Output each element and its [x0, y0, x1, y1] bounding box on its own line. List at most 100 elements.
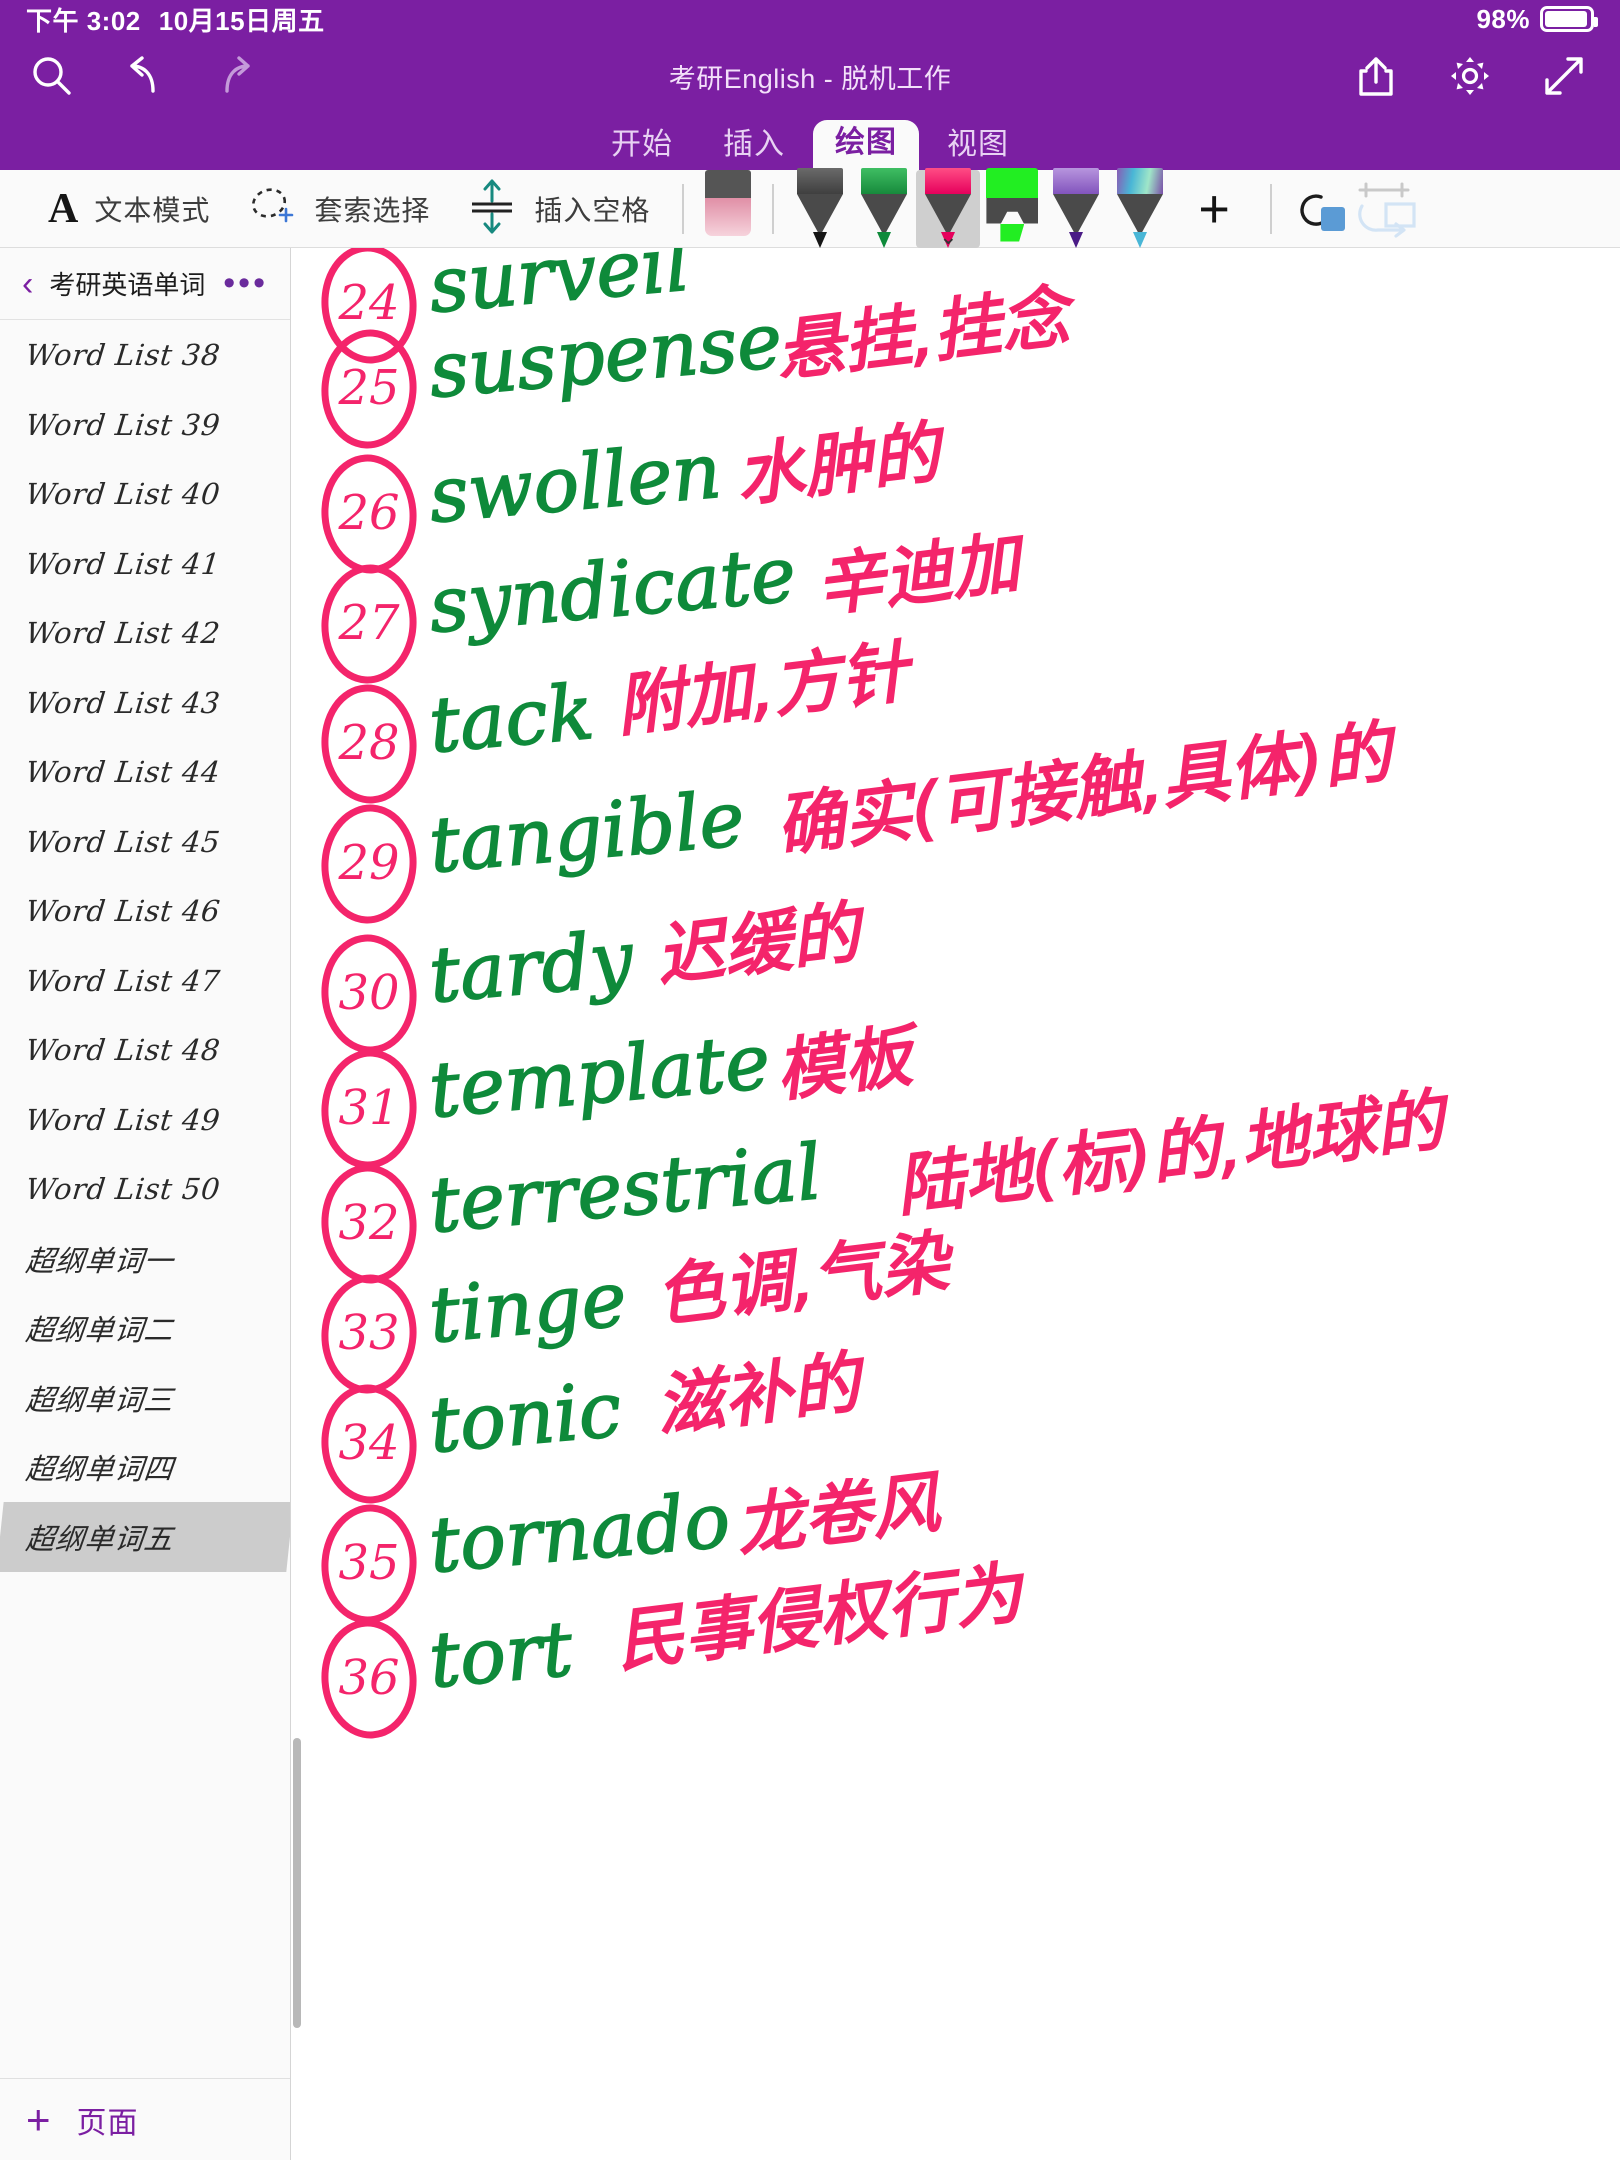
entry-english-word: terrestrial	[426, 1127, 825, 1250]
note-canvas[interactable]: 24 surveil 25 suspense 悬挂,挂念 26 swollen 水肿的 27 sy…	[291, 248, 1620, 2160]
entry-chinese-meaning: 模板	[772, 1016, 926, 1112]
entry-number: 28	[337, 715, 399, 771]
entry-number: 34	[338, 1415, 399, 1471]
toolbar-divider-3	[1269, 183, 1272, 234]
add-page-button[interactable]: + 页面	[0, 2078, 290, 2160]
entry-english-word: tack	[426, 667, 598, 770]
list-item[interactable]: Word List 39	[0, 390, 290, 460]
entry-chinese-meaning: 水肿的	[732, 413, 951, 517]
tool-pen-green[interactable]	[852, 167, 916, 248]
entry-english-word: swollen	[426, 426, 725, 540]
app-header: 考研English - 脱机工作 开始 插入 绘图 视图	[0, 38, 1620, 170]
list-item[interactable]: Word List 38	[0, 320, 290, 390]
entry-number: 31	[338, 1080, 399, 1136]
gear-icon[interactable]	[1444, 50, 1496, 102]
list-item[interactable]: Word List 49	[0, 1085, 290, 1155]
page-list[interactable]: Word List 38 Word List 39 Word List 40 W…	[0, 320, 290, 2078]
entry-number: 29	[337, 835, 399, 891]
insert-space-label: 插入空格	[534, 194, 651, 226]
list-item[interactable]: 超纲单词四	[0, 1432, 290, 1502]
lasso-select-label: 套索选择	[314, 194, 431, 226]
entry-chinese-meaning: 附加,方针	[612, 632, 919, 747]
entry-number: 24	[337, 275, 399, 331]
list-item[interactable]: Word List 44	[0, 737, 290, 807]
list-item[interactable]: Word List 45	[0, 807, 290, 877]
tool-pen-purple[interactable]	[1044, 167, 1108, 248]
entry-number: 30	[338, 965, 399, 1021]
header-left-icons	[26, 50, 262, 102]
entry-chinese-meaning: 龙卷风	[732, 1463, 947, 1567]
entry-chinese-meaning: 滋补的	[652, 1343, 871, 1447]
entry-number: 32	[338, 1195, 399, 1251]
body-split: ‹ 考研英语单词... ••• Word List 38 Word List 3…	[0, 248, 1620, 2160]
status-date: 10月15日周五	[158, 5, 325, 36]
list-item[interactable]: 超纲单词三	[0, 1363, 290, 1433]
tab-home[interactable]: 开始	[589, 124, 695, 170]
entry-english-word: tornado	[426, 1475, 734, 1590]
add-pen-button[interactable]: +	[1172, 182, 1256, 236]
add-page-label: 页面	[76, 2106, 139, 2140]
toolbar-divider-2	[772, 183, 775, 234]
entry-english-word: tinge	[426, 1254, 630, 1360]
entry-number: 36	[338, 1650, 399, 1706]
tab-view[interactable]: 视图	[925, 124, 1031, 170]
list-item[interactable]: Word List 40	[0, 459, 290, 529]
list-item[interactable]: Word List 50	[0, 1154, 290, 1224]
more-dots-icon[interactable]: •••	[223, 266, 268, 301]
insert-space-button[interactable]: 插入空格	[448, 177, 668, 240]
list-item[interactable]: 超纲单词二	[0, 1293, 290, 1363]
tool-pen-black[interactable]	[788, 167, 852, 248]
header-toolbar-row: 考研English - 脱机工作	[0, 38, 1620, 114]
chevron-down-icon[interactable]: ⌄	[939, 225, 957, 248]
share-icon[interactable]	[1350, 50, 1402, 102]
handwritten-ink-layer: 24 surveil25 suspense悬挂,挂念26 swollen 水肿的27 sy…	[321, 248, 1456, 1739]
tab-insert[interactable]: 插入	[701, 124, 807, 170]
entry-chinese-meaning: 确实(可接触,具体)的	[772, 712, 1403, 867]
entry-chinese-meaning: 迟缓的	[652, 893, 871, 997]
tool-eraser[interactable]	[698, 169, 758, 248]
battery-fill	[1545, 11, 1588, 27]
draw-toolbar: A 文本模式 套索选择 插入空格 ⌄ +	[0, 167, 1620, 248]
toolbar-divider-1	[682, 183, 685, 234]
search-icon[interactable]	[26, 50, 78, 102]
list-item[interactable]: Word List 46	[0, 876, 290, 946]
expand-icon[interactable]	[1538, 50, 1590, 102]
page-sidebar: ‹ 考研英语单词... ••• Word List 38 Word List 3…	[0, 248, 291, 2160]
status-bar-left: 下午 3:02 10月15日周五	[26, 1, 325, 38]
list-item[interactable]: Word List 43	[0, 668, 290, 738]
notebook-title[interactable]: 考研英语单词...	[49, 265, 207, 302]
text-mode-icon: A	[48, 185, 79, 232]
ink-to-shape-icon[interactable]	[1350, 178, 1420, 240]
sidebar-header: ‹ 考研英语单词... •••	[0, 248, 290, 320]
plus-icon: +	[26, 2095, 51, 2143]
list-item[interactable]: Word List 48	[0, 1015, 290, 1085]
tab-draw[interactable]: 绘图	[813, 120, 919, 170]
list-item[interactable]: Word List 42	[0, 598, 290, 668]
undo-icon[interactable]	[118, 50, 170, 102]
entry-chinese-meaning: 辛迪加	[812, 523, 1031, 627]
entry-number: 27	[337, 595, 400, 651]
list-item[interactable]: Word List 41	[0, 529, 290, 599]
status-bar-right: 98%	[1476, 3, 1598, 35]
list-item[interactable]: 超纲单词一	[0, 1224, 290, 1294]
ribbon-tab-bar: 开始 插入 绘图 视图	[0, 114, 1620, 170]
app-root: 下午 3:02 10月15日周五 98% 考研English - 脱机工作 开始…	[0, 0, 1620, 2160]
ruler-icon[interactable]	[1286, 179, 1350, 239]
battery-percent-label: 98%	[1476, 3, 1530, 34]
text-mode-button[interactable]: A 文本模式	[30, 188, 228, 230]
entry-english-word: tort	[426, 1604, 577, 1705]
tool-highlighter-green[interactable]	[980, 167, 1044, 248]
tool-pen-galaxy[interactable]	[1108, 167, 1172, 248]
chevron-left-icon[interactable]: ‹	[22, 267, 33, 301]
redo-icon[interactable]	[210, 50, 262, 102]
list-item-selected[interactable]: 超纲单词五	[0, 1501, 290, 1571]
entry-english-word: tangible	[426, 774, 748, 890]
battery-icon	[1540, 6, 1598, 32]
entry-chinese-meaning: 民事侵权行为	[612, 1553, 1031, 1682]
header-right-icons	[1350, 50, 1594, 102]
list-item[interactable]: Word List 47	[0, 946, 290, 1016]
tool-pen-pink[interactable]: ⌄	[916, 167, 981, 248]
lasso-select-button[interactable]: 套索选择	[228, 183, 448, 234]
entry-english-word: template	[426, 1016, 774, 1134]
text-mode-label: 文本模式	[94, 194, 211, 226]
